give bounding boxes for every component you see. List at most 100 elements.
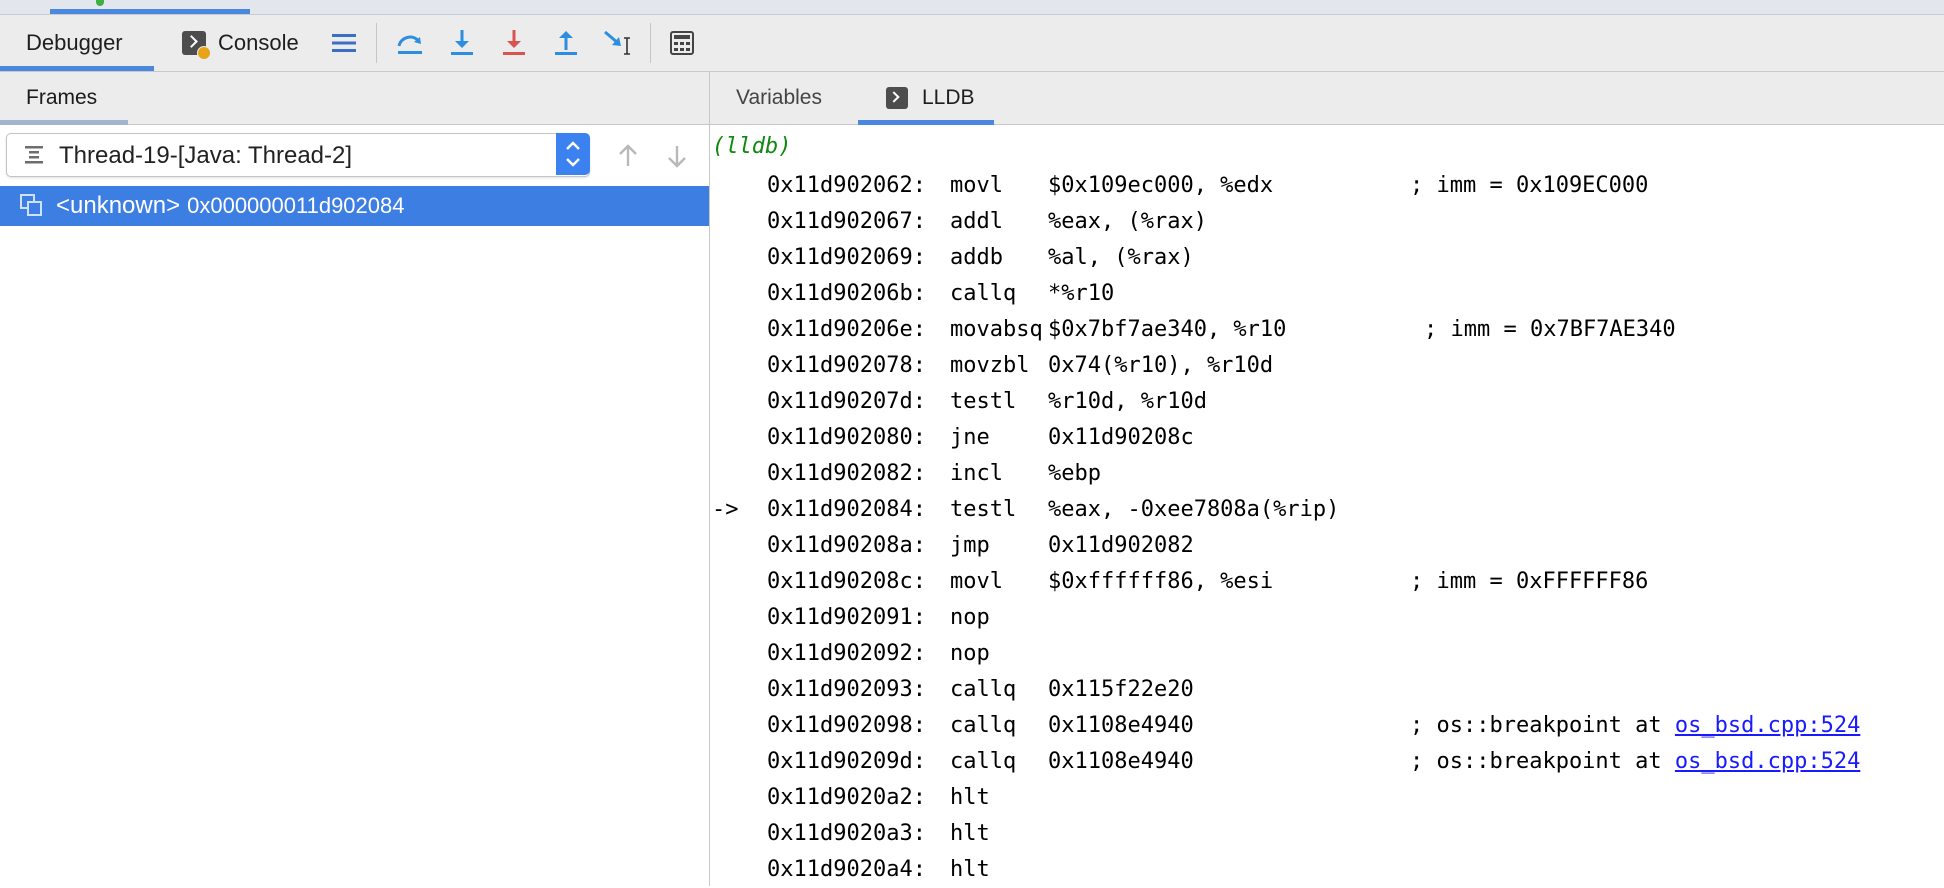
asm-line: 0x11d902069: addb %al, (%rax) (712, 240, 1942, 276)
asm-line: 0x11d902062: movl $0x109ec000, %edx ; imm =… (712, 168, 1942, 204)
asm-mnemonic: nop (950, 641, 990, 666)
asm-address: 0x11d90206e: (767, 317, 926, 342)
asm-comment: ; os::breakpoint at os_bsd.cpp:524 (1410, 708, 1860, 744)
asm-line: 0x11d902092: nop (712, 636, 1942, 672)
asm-mnemonic: callq (950, 677, 1017, 702)
asm-comment: ; imm = 0x109EC000 (1410, 168, 1648, 204)
tab-debugger-underline (0, 66, 154, 71)
asm-operands: 0x11d902082 (1048, 533, 1194, 558)
thread-select-value: Thread-19-[Java: Thread-2] (59, 142, 353, 169)
frame-row[interactable]: <unknown> 0x000000011d902084 (0, 186, 709, 226)
asm-mnemonic: hlt (950, 857, 990, 882)
view-breakpoints-button[interactable] (326, 25, 362, 61)
asm-address: 0x11d90207d: (767, 389, 926, 414)
asm-line: 0x11d902093: callq 0x115f22e20 (712, 672, 1942, 708)
asm-line: 0x11d90206e: movabsq $0x7bf7ae340, %r10 ; i… (712, 312, 1942, 348)
asm-operands: %r10d, %r10d (1048, 389, 1207, 414)
thread-icon (25, 146, 43, 164)
step-over-icon (397, 35, 422, 54)
asm-operands: $0xffffff86, %esi (1048, 569, 1274, 594)
tab-lldb[interactable]: LLDB (886, 86, 975, 110)
source-link[interactable]: os_bsd.cpp:524 (1675, 713, 1860, 738)
tab-variables[interactable]: Variables (736, 86, 822, 110)
asm-mnemonic: jmp (950, 533, 990, 558)
asm-mnemonic: jne (950, 425, 990, 450)
arrow-up-icon[interactable] (614, 142, 642, 170)
asm-comment-text: ; imm = 0x109EC000 (1410, 173, 1649, 198)
asm-address: 0x11d90209d: (767, 749, 926, 774)
asm-comment: ; imm = 0xFFFFFF86 (1410, 564, 1648, 600)
asm-operands: %ebp (1048, 461, 1101, 486)
asm-operands: 0x115f22e20 (1048, 677, 1194, 702)
asm-line: 0x11d9020a3: hlt (712, 816, 1942, 852)
force-step-into-button[interactable] (496, 25, 532, 61)
list-icon (332, 34, 356, 52)
asm-line: 0x11d90207d: testl %r10d, %r10d (712, 384, 1942, 420)
asm-address: 0x11d902098: (767, 713, 926, 738)
current-instruction-arrow: -> (712, 497, 739, 522)
asm-address: 0x11d902093: (767, 677, 926, 702)
asm-mnemonic: addb (950, 245, 1003, 270)
asm-address: 0x11d9020a2: (767, 785, 926, 810)
asm-mnemonic: testl (950, 497, 1017, 522)
chevron-up-down-icon (566, 141, 580, 167)
frame-copy-icon (20, 194, 44, 218)
asm-operands: $0x7bf7ae340, %r10 (1048, 317, 1287, 342)
terminal-icon (886, 87, 908, 109)
asm-mnemonic: callq (950, 281, 1017, 306)
asm-mnemonic: movabsq (950, 317, 1043, 342)
asm-address: 0x11d902092: (767, 641, 926, 666)
asm-address: 0x11d9020a4: (767, 857, 926, 882)
evaluate-expression-button[interactable] (664, 25, 700, 61)
arrow-down-icon[interactable] (663, 142, 691, 170)
asm-line: 0x11d9020a2: hlt (712, 780, 1942, 816)
asm-line: -> 0x11d902084: testl %eax, -0xee7808a(%rip… (712, 492, 1942, 528)
lldb-console-output[interactable]: (lldb) 0x11d902062: movl $0x109ec000, %edx… (712, 132, 1942, 888)
asm-address: 0x11d902091: (767, 605, 926, 630)
asm-mnemonic: movzbl (950, 353, 1030, 378)
step-out-button[interactable] (548, 25, 584, 61)
asm-address: 0x11d902069: (767, 245, 926, 270)
tab-debugger-label: Debugger (26, 30, 123, 55)
step-into-button[interactable] (444, 25, 480, 61)
asm-comment-text: ; imm = 0x7BF7AE340 (1424, 317, 1676, 342)
right-panel-header: Variables LLDB (710, 72, 1944, 125)
asm-operands: %al, (%rax) (1048, 245, 1194, 270)
tab-console[interactable]: Console (182, 15, 299, 71)
running-indicator-icon (96, 0, 104, 6)
asm-line: 0x11d902091: nop (712, 600, 1942, 636)
asm-address: 0x11d90208a: (767, 533, 926, 558)
asm-operands: *%r10 (1048, 281, 1115, 306)
asm-mnemonic: movl (950, 173, 1003, 198)
asm-mnemonic: hlt (950, 785, 990, 810)
console-icon (182, 31, 211, 60)
lldb-prompt: (lldb) (712, 134, 792, 159)
asm-mnemonic: callq (950, 749, 1017, 774)
calculator-icon (670, 31, 694, 55)
asm-address: 0x11d902062: (767, 173, 926, 198)
active-tab-indicator (50, 9, 250, 14)
tab-debugger[interactable]: Debugger (26, 15, 123, 71)
asm-address: 0x11d902067: (767, 209, 926, 234)
lldb-panel: Variables LLDB (lldb) 0x11d902062: movl $0… (710, 72, 1944, 886)
top-tab-strip (0, 0, 1944, 15)
asm-address: 0x11d9020a3: (767, 821, 926, 846)
tab-frames[interactable]: Frames (26, 86, 97, 110)
asm-line: 0x11d902080: jne 0x11d90208c (712, 420, 1942, 456)
run-to-cursor-button[interactable] (600, 25, 636, 61)
thread-select-stepper[interactable] (556, 133, 590, 175)
asm-line: 0x11d902067: addl %eax, (%rax) (712, 204, 1942, 240)
source-link[interactable]: os_bsd.cpp:524 (1675, 749, 1860, 774)
asm-operands: %eax, -0xee7808a(%rip) (1048, 497, 1340, 522)
asm-line: 0x11d90209d: callq 0x1108e4940 ; os::breakp… (712, 744, 1942, 780)
asm-operands: 0x74(%r10), %r10d (1048, 353, 1274, 378)
asm-operands: 0x1108e4940 (1048, 713, 1194, 738)
asm-line: 0x11d902078: movzbl 0x74(%r10), %r10d (712, 348, 1942, 384)
thread-select[interactable]: Thread-19-[Java: Thread-2] (6, 133, 590, 177)
asm-operands: $0x109ec000, %edx (1048, 173, 1274, 198)
asm-operands: %eax, (%rax) (1048, 209, 1207, 234)
asm-mnemonic: testl (950, 389, 1017, 414)
tab-variables-label: Variables (736, 86, 822, 109)
step-over-button[interactable] (392, 25, 428, 61)
asm-line: 0x11d90208a: jmp 0x11d902082 (712, 528, 1942, 564)
